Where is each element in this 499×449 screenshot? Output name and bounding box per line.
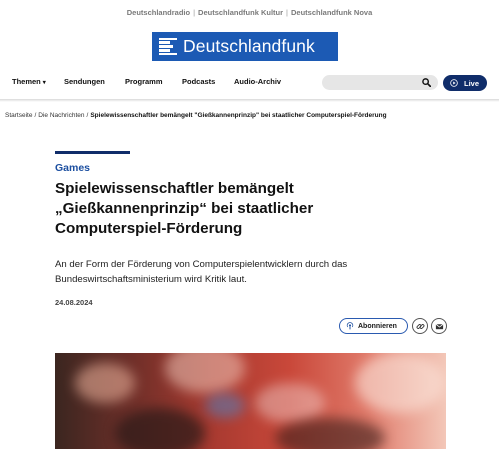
nav-item-programm[interactable]: Programm [125, 77, 163, 86]
article-date: 24.08.2024 [55, 298, 93, 307]
subscribe-button[interactable]: Abonnieren [339, 318, 408, 334]
podcast-icon [346, 322, 354, 330]
article-teaser: An der Form der Förderung von Computersp… [55, 259, 348, 285]
nav-divider [0, 99, 499, 102]
live-label: Live [464, 78, 480, 88]
share-link-button[interactable] [412, 318, 428, 334]
breadcrumb: Startseite / Die Nachrichten / Spielewissens… [5, 112, 499, 119]
nav-item-sendungen[interactable]: Sendungen [64, 77, 105, 86]
subscribe-label: Abonnieren [358, 322, 397, 330]
article-headline: Spielewissenschaftler bemängelt „Gießkan… [55, 180, 314, 237]
network-separator: | [193, 8, 196, 17]
link-icon [416, 323, 424, 329]
breadcrumb-separator: / [86, 112, 89, 119]
breadcrumb-item-nachrichten[interactable]: Die Nachrichten [38, 112, 84, 119]
share-mail-button[interactable] [431, 318, 447, 334]
chevron-down-icon: ▾ [42, 80, 46, 86]
article-kicker: Games [55, 162, 91, 174]
logo-mark-icon [159, 37, 177, 56]
network-separator: | [286, 8, 288, 17]
network-bar: Deutschlandradio | Deutschlandfunk Kultur |… [0, 8, 499, 17]
nav-item-podcasts[interactable]: Podcasts [182, 77, 215, 86]
kicker-accent-line [55, 151, 130, 154]
search-icon[interactable] [422, 78, 431, 87]
deutschlandfunk-logo[interactable]: Deutschlandfunk [152, 32, 338, 61]
breadcrumb-current: Spielewissenschaftler bemängelt "Gießkan… [90, 112, 387, 119]
nav-item-label: Themen [12, 77, 41, 86]
network-link-dlf-nova[interactable]: Deutschlandfunk Nova [291, 8, 372, 17]
live-button[interactable]: Live [443, 75, 487, 91]
play-circle-icon [450, 79, 458, 87]
nav-item-themen[interactable]: Themen ▾ [12, 77, 46, 86]
breadcrumb-separator: / [34, 112, 37, 119]
article-hero-image [55, 353, 446, 449]
logo-text: Deutschlandfunk [183, 36, 315, 56]
network-link-deutschlandradio[interactable]: Deutschlandradio [127, 8, 190, 17]
network-link-dlf-kultur[interactable]: Deutschlandfunk Kultur [198, 8, 283, 17]
search-input[interactable] [322, 75, 438, 90]
nav-item-audio-archiv[interactable]: Audio-Archiv [234, 77, 281, 86]
mail-icon [435, 323, 443, 329]
breadcrumb-item-startseite[interactable]: Startseite [5, 112, 32, 119]
